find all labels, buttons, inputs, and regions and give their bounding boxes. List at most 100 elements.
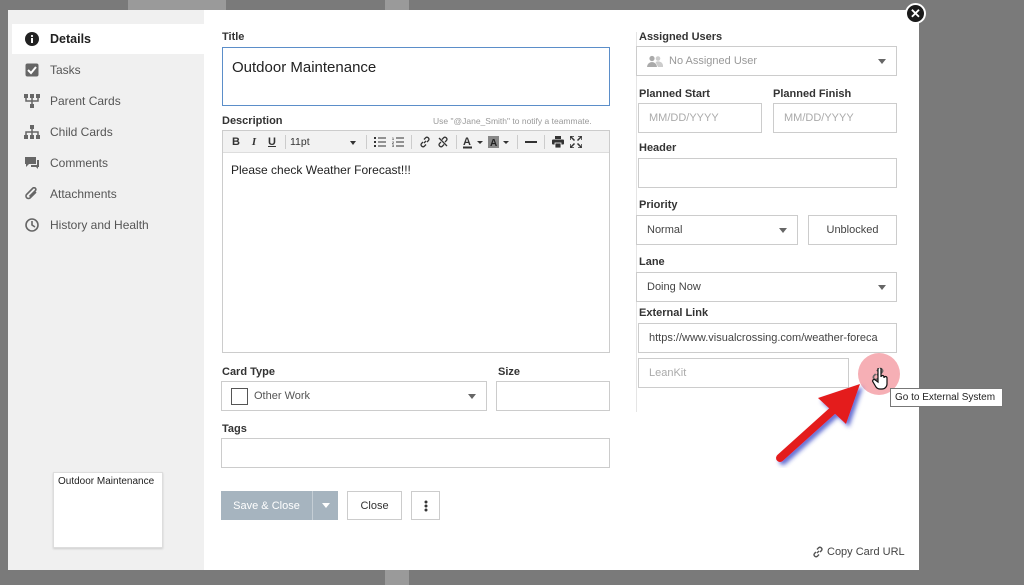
background-strip [128,0,226,10]
planned-finish-input[interactable]: MM/DD/YYYY [773,103,897,133]
sidebar-item-history[interactable]: History and Health [12,210,204,240]
sidebar-item-attachments[interactable]: Attachments [12,179,204,209]
toolbar-divider [366,134,367,149]
tooltip-text: Go to External System [895,392,996,403]
tags-label: Tags [222,423,247,435]
highlight-color-icon[interactable]: A [487,133,513,151]
print-icon[interactable] [549,133,567,151]
toolbar-divider [517,134,518,149]
description-text[interactable]: Please check Weather Forecast!!! [223,153,609,187]
horizontal-rule-icon[interactable] [522,133,540,151]
comment-icon [24,155,40,171]
sidebar-item-label: Parent Cards [50,94,121,108]
fullscreen-icon[interactable] [567,133,585,151]
unlink-icon[interactable] [434,133,452,151]
italic-button[interactable]: I [245,133,263,151]
title-input[interactable]: Outdoor Maintenance [222,47,610,106]
copy-card-url-link[interactable]: Copy Card URL [812,546,905,558]
description-label: Description [222,115,283,127]
chevron-down-icon [779,228,787,233]
title-label: Title [222,31,245,43]
card-preview[interactable]: Outdoor Maintenance [53,472,163,548]
assigned-users-select[interactable]: No Assigned User [636,46,897,76]
hand-cursor-icon [872,368,888,390]
chevron-down-icon [468,394,476,399]
planned-finish-placeholder: MM/DD/YYYY [784,112,854,124]
sidebar-item-label: Tasks [50,63,81,77]
card-type-value: Other Work [254,390,311,402]
link-icon[interactable] [416,133,434,151]
chevron-down-icon [321,503,330,508]
save-close-button[interactable]: Save & Close [221,491,338,520]
chevron-down-icon [878,59,886,64]
info-icon [24,31,40,47]
text-color-icon[interactable]: A [461,133,487,151]
card-details-modal: Details Tasks Parent Cards Child Cards C… [8,10,919,570]
sidebar-item-parent-cards[interactable]: Parent Cards [12,86,204,116]
card-preview-title: Outdoor Maintenance [58,476,155,487]
bullet-list-icon[interactable] [371,133,389,151]
history-icon [24,217,40,233]
priority-value: Normal [647,224,683,236]
sidebar-item-label: History and Health [50,218,149,232]
numbered-list-icon[interactable]: 123 [389,133,407,151]
editor-toolbar: B I U 11pt 123 A A [223,131,609,153]
child-cards-icon [24,124,40,140]
paperclip-icon [24,186,40,202]
checkbox-icon [24,62,40,78]
external-link-input[interactable]: https://www.visualcrossing.com/weather-f… [638,323,897,353]
lane-label: Lane [639,256,665,268]
external-link-label: External Link [639,307,709,319]
priority-select[interactable]: Normal [636,215,798,245]
assigned-users-label: Assigned Users [639,31,723,43]
planned-finish-label: Planned Finish [773,88,852,100]
unblocked-button[interactable]: Unblocked [808,215,897,245]
sidebar-item-label: Comments [50,156,109,170]
lane-select[interactable]: Doing Now [636,272,897,302]
users-icon [647,55,663,67]
sidebar-item-label: Details [50,32,91,46]
save-options-dropdown[interactable] [313,491,338,520]
toolbar-divider [285,134,286,149]
mention-hint: Use "@Jane_Smith" to notify a teammate. [433,116,592,126]
more-vertical-icon [424,500,427,511]
font-size-value: 11pt [290,135,310,148]
link-icon [813,546,823,558]
underline-button[interactable]: U [263,133,281,151]
sidebar-item-comments[interactable]: Comments [12,148,204,178]
lane-value: Doing Now [647,281,701,293]
svg-text:3: 3 [392,144,394,147]
font-size-select[interactable]: 11pt [290,133,362,151]
sidebar-item-tasks[interactable]: Tasks [12,55,204,85]
unblocked-label: Unblocked [826,224,879,236]
sidebar-item-details[interactable]: Details [12,24,204,54]
planned-start-label: Planned Start [639,88,710,100]
header-label: Header [639,142,677,154]
card-type-select[interactable]: Other Work [221,381,487,411]
chevron-down-icon [350,140,356,145]
assigned-users-value: No Assigned User [669,55,758,67]
close-button-label: Close [360,499,389,512]
planned-start-placeholder: MM/DD/YYYY [649,112,719,124]
tags-input[interactable] [221,438,610,468]
sidebar: Details Tasks Parent Cards Child Cards C… [8,10,204,570]
svg-text:A: A [463,136,471,148]
more-options-button[interactable] [411,491,440,520]
title-value: Outdoor Maintenance [232,59,377,76]
chevron-down-icon [878,285,886,290]
close-icon: ✕ [910,5,921,21]
close-modal-button[interactable]: ✕ [905,3,926,24]
planned-start-input[interactable]: MM/DD/YYYY [638,103,762,133]
svg-text:A: A [490,138,497,149]
sidebar-item-child-cards[interactable]: Child Cards [12,117,204,147]
description-editor: B I U 11pt 123 A A Please check Weather … [222,130,610,353]
tooltip: Go to External System [890,388,1003,407]
bold-button[interactable]: B [227,133,245,151]
card-type-label: Card Type [222,366,275,378]
background-strip [385,0,409,10]
sidebar-item-label: Child Cards [50,125,113,139]
size-input[interactable] [496,381,610,411]
priority-label: Priority [639,199,678,211]
close-button[interactable]: Close [347,491,402,520]
header-input[interactable] [638,158,897,188]
